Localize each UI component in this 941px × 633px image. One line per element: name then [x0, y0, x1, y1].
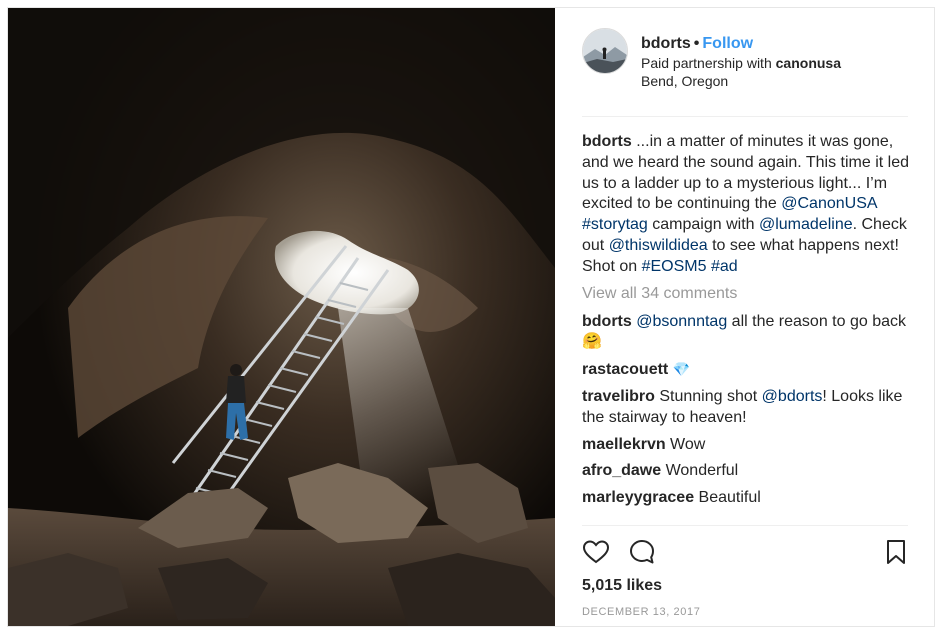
comment-username[interactable]: bdorts: [582, 313, 632, 330]
actions-divider: [582, 525, 908, 526]
hugging-face-emoji: 🤗: [582, 333, 602, 351]
comment-text: Stunning shot: [654, 387, 762, 405]
header-text: bdorts • Follow Paid partnership with cano…: [641, 34, 841, 90]
comment-text: Wonderful: [661, 462, 739, 480]
comment-username[interactable]: marleyygracee: [582, 489, 694, 506]
follow-button[interactable]: Follow: [702, 35, 753, 52]
likes-count[interactable]: 5,015 likes: [582, 576, 662, 596]
post-photo[interactable]: [8, 8, 555, 626]
comment-username[interactable]: afro_dawe: [582, 462, 661, 479]
post-caption: bdorts ...in a matter of minutes it was …: [582, 132, 912, 278]
comment-username[interactable]: travelibro: [582, 388, 655, 405]
like-button[interactable]: [582, 538, 610, 566]
header-divider: [582, 116, 908, 117]
mention-link[interactable]: @bsonnntag: [636, 313, 727, 330]
mention-link[interactable]: @bdorts: [762, 388, 823, 405]
hashtag-link[interactable]: #storytag: [582, 216, 648, 233]
post-author-username[interactable]: bdorts: [641, 35, 691, 52]
caption-username[interactable]: bdorts: [582, 133, 632, 150]
bookmark-icon: [887, 540, 905, 564]
cave-staircase-photo: [8, 8, 555, 626]
post-header: bdorts • Follow Paid partnership with cano…: [582, 26, 912, 98]
comment-text: Beautiful: [694, 489, 761, 507]
avatar-photo: [583, 29, 627, 73]
save-button[interactable]: [882, 538, 910, 566]
comment-username[interactable]: maellekrvn: [582, 436, 666, 453]
instagram-post: bdorts • Follow Paid partnership with cano…: [7, 7, 935, 627]
comment-item: rastacouett 💎: [582, 359, 912, 381]
comment-item: afro_dawe Wonderful: [582, 461, 912, 482]
avatar[interactable]: [582, 28, 628, 74]
paid-partnership-line: Paid partnership with canonusa: [641, 54, 841, 72]
post-date[interactable]: DECEMBER 13, 2017: [582, 605, 700, 619]
mention-link[interactable]: @CanonUSA: [781, 195, 876, 212]
partnership-prefix: Paid partnership with: [641, 55, 772, 71]
mention-link[interactable]: @lumadeline: [759, 216, 853, 233]
caption-text: campaign with: [647, 216, 759, 234]
comment-text: Wow: [665, 435, 706, 453]
header-title-line: bdorts • Follow: [641, 34, 841, 54]
post-side-panel: bdorts • Follow Paid partnership with cano…: [555, 8, 934, 626]
gem-emoji: 💎: [672, 361, 691, 378]
comment-username[interactable]: rastacouett: [582, 361, 668, 378]
action-bar: [582, 538, 910, 568]
separator-dot: •: [693, 35, 700, 52]
comment-item: travelibro Stunning shot @bdorts! Looks …: [582, 387, 912, 429]
comment-item: maellekrvn Wow: [582, 435, 912, 456]
hashtag-link[interactable]: #ad: [711, 258, 738, 275]
comment-text: all the reason to go back: [727, 312, 906, 330]
mention-link[interactable]: @thiswildidea: [609, 237, 708, 254]
comments-section[interactable]: bdorts ...in a matter of minutes it was …: [582, 132, 912, 524]
location-link[interactable]: Bend, Oregon: [641, 72, 841, 90]
hashtag-link[interactable]: #EOSM5: [642, 258, 707, 275]
comment-icon: [630, 540, 654, 564]
comment-item: bdorts @bsonnntag all the reason to go b…: [582, 312, 912, 354]
heart-icon: [582, 540, 610, 564]
comment-item: marleyygracee Beautiful: [582, 488, 912, 509]
view-all-comments-link[interactable]: View all 34 comments: [582, 284, 912, 304]
comment-button[interactable]: [628, 538, 656, 566]
partner-link[interactable]: canonusa: [776, 55, 841, 71]
